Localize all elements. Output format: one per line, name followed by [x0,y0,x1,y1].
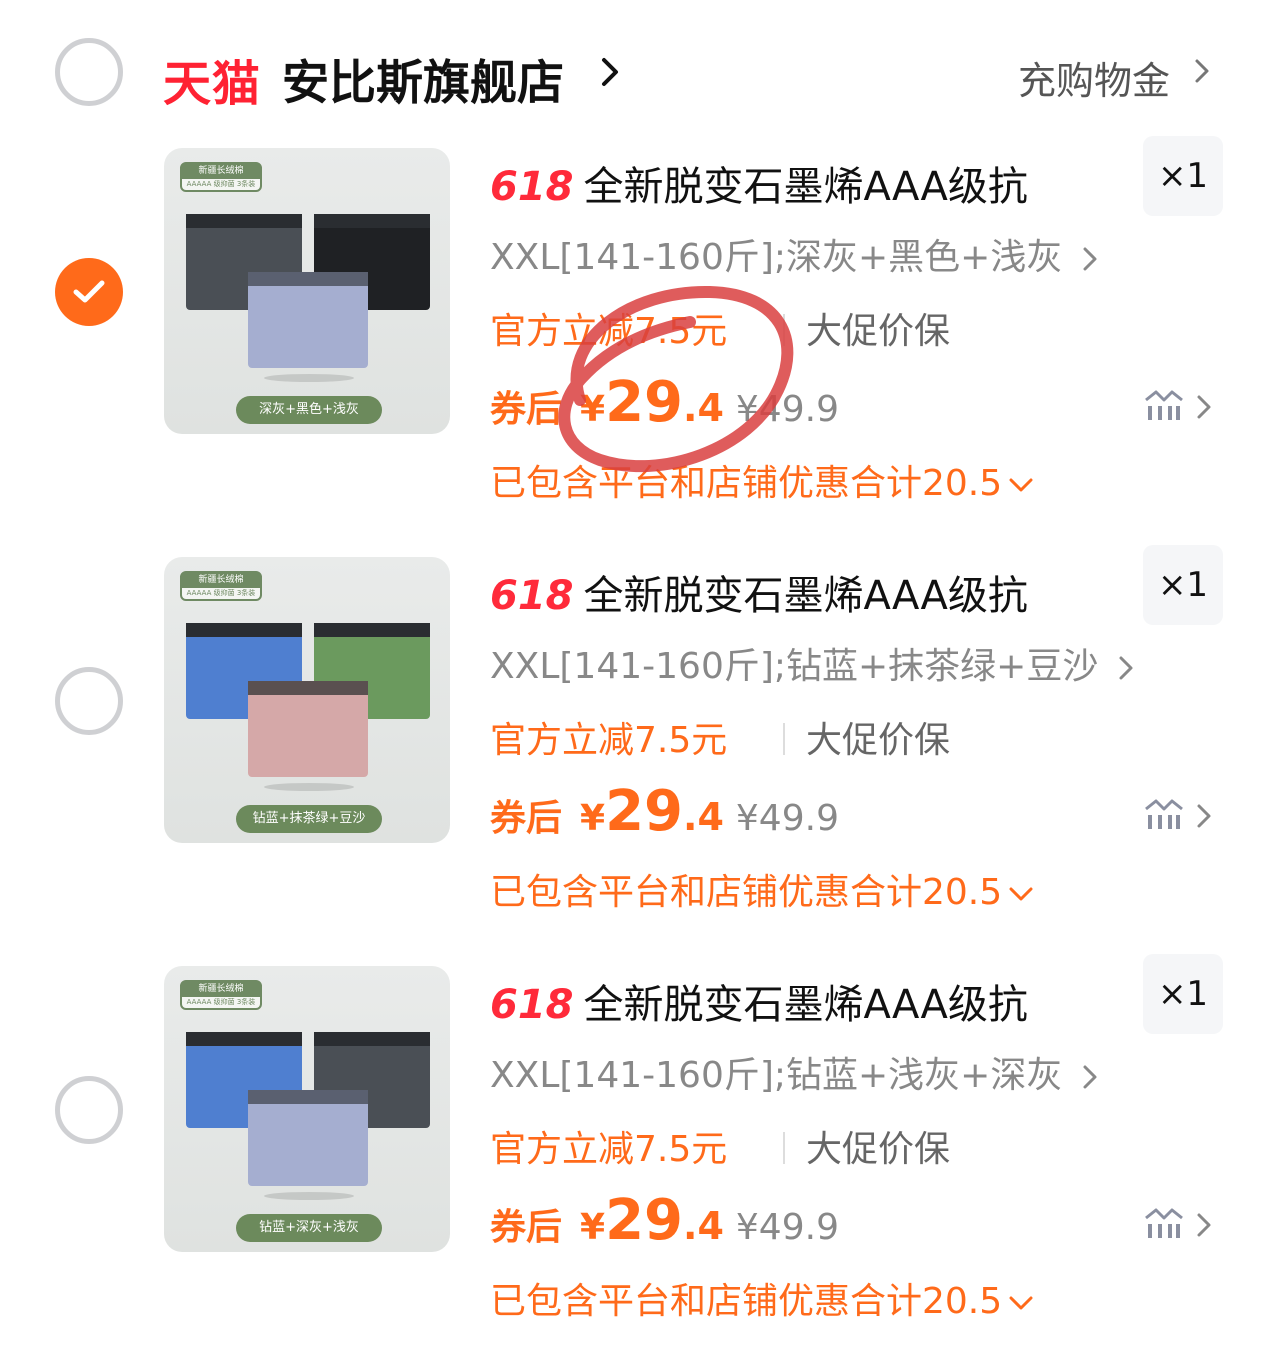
618-tag: 618 [490,982,574,1028]
original-price: ¥49.9 [735,798,839,839]
brief-light-gray [248,1090,368,1186]
price-trend-icon[interactable] [1144,797,1184,831]
thumbnail-color-tag: 深灰+黑色+浅灰 [236,396,382,424]
price-row: 券后 ¥29.4 ¥49.9 [490,1188,839,1258]
product-title[interactable]: 618 全新脱变石墨烯AAA级抗 [490,563,1028,621]
618-tag: 618 [490,573,574,619]
official-discount: 官方立减7.5元 [490,1129,728,1170]
after-coupon-label: 券后 [490,798,563,839]
cotton-badge: 新疆长绒棉 AAAAA 级抑菌 3条装 [180,980,262,1010]
thumbnail-color-tag: 钻蓝+深灰+浅灰 [236,1214,382,1242]
hand-drawn-circle-annotation [558,285,794,473]
price-guarantee: 大促价保 [806,720,951,761]
sku-selector[interactable]: XXL[141-160斤];钻蓝+抹茶绿+豆沙 [490,637,1134,689]
store-select-radio[interactable] [55,38,123,106]
cotton-badge: 新疆长绒棉 AAAAA 级抑菌 3条装 [180,162,262,192]
product-title[interactable]: 618 全新脱变石墨烯AAA级抗 [490,154,1028,212]
price-row: 券后 ¥29.4 ¥49.9 [490,779,839,849]
divider [783,723,785,755]
currency-symbol: ¥ [580,1207,606,1248]
product-title[interactable]: 618 全新脱变石墨烯AAA级抗 [490,972,1028,1030]
brief-pink [248,681,368,777]
cart-item: 新疆长绒棉 AAAAA 级抑菌 3条装 钻蓝+深灰+浅灰 618 全新脱变石墨烯A… [0,954,1279,1349]
charge-shopping-gold-link[interactable]: 充购物金 [1018,50,1170,105]
cotton-badge: 新疆长绒棉 AAAAA 级抑菌 3条装 [180,571,262,601]
item-select-radio[interactable] [55,667,123,735]
original-price: ¥49.9 [735,1207,839,1248]
currency-symbol: ¥ [580,798,606,839]
price-trend-icon[interactable] [1144,388,1184,422]
price-integer: 29 [605,1188,684,1253]
item-select-radio-checked[interactable] [55,258,123,326]
quantity-selector[interactable]: ×1 [1143,545,1223,625]
tmall-logo: 天猫 [163,56,262,112]
quantity-selector[interactable]: ×1 [1143,954,1223,1034]
chevron-right-icon[interactable] [1196,394,1212,420]
check-icon [73,280,105,303]
discount-summary[interactable]: 已包含平台和店铺优惠合计20.5 [490,863,1034,915]
chevron-right-icon[interactable] [1194,58,1210,84]
chevron-right-icon[interactable] [1196,803,1212,829]
after-coupon-label: 券后 [490,1207,563,1248]
store-name[interactable]: 安比斯旗舰店 [282,44,564,113]
divider [783,1132,785,1164]
price-guarantee: 大促价保 [806,1129,951,1170]
chevron-right-icon [1119,656,1133,680]
chevron-right-icon [1083,1065,1097,1089]
price-decimal: .4 [683,1204,724,1248]
product-thumbnail[interactable]: 新疆长绒棉 AAAAA 级抑菌 3条装 钻蓝+深灰+浅灰 [164,966,450,1252]
chevron-down-icon [1009,887,1033,901]
chevron-down-icon [1009,1296,1033,1310]
price-trend-icon[interactable] [1144,1206,1184,1240]
chevron-down-icon [1009,478,1033,492]
618-tag: 618 [490,164,574,210]
product-thumbnail[interactable]: 新疆长绒棉 AAAAA 级抑菌 3条装 钻蓝+抹茶绿+豆沙 [164,557,450,843]
cart-item: 新疆长绒棉 AAAAA 级抑菌 3条装 钻蓝+抹茶绿+豆沙 618 全新脱变石墨烯… [0,545,1279,965]
chevron-right-icon[interactable] [600,56,620,88]
discount-summary[interactable]: 已包含平台和店铺优惠合计20.5 [490,1272,1034,1324]
quantity-selector[interactable]: ×1 [1143,136,1223,216]
chevron-right-icon [1083,247,1097,271]
sku-selector[interactable]: XXL[141-160斤];钻蓝+浅灰+深灰 [490,1046,1098,1098]
chevron-right-icon[interactable] [1196,1212,1212,1238]
thumbnail-color-tag: 钻蓝+抹茶绿+豆沙 [236,805,382,833]
item-select-radio[interactable] [55,1076,123,1144]
price-guarantee: 大促价保 [806,311,951,352]
official-discount: 官方立减7.5元 [490,720,728,761]
price-decimal: .4 [683,795,724,839]
price-integer: 29 [605,779,684,844]
brief-light-gray [248,272,368,368]
store-header: 天猫 安比斯旗舰店 充购物金 [0,0,1279,140]
product-thumbnail[interactable]: 新疆长绒棉 AAAAA 级抑菌 3条装 深灰+黑色+浅灰 [164,148,450,434]
